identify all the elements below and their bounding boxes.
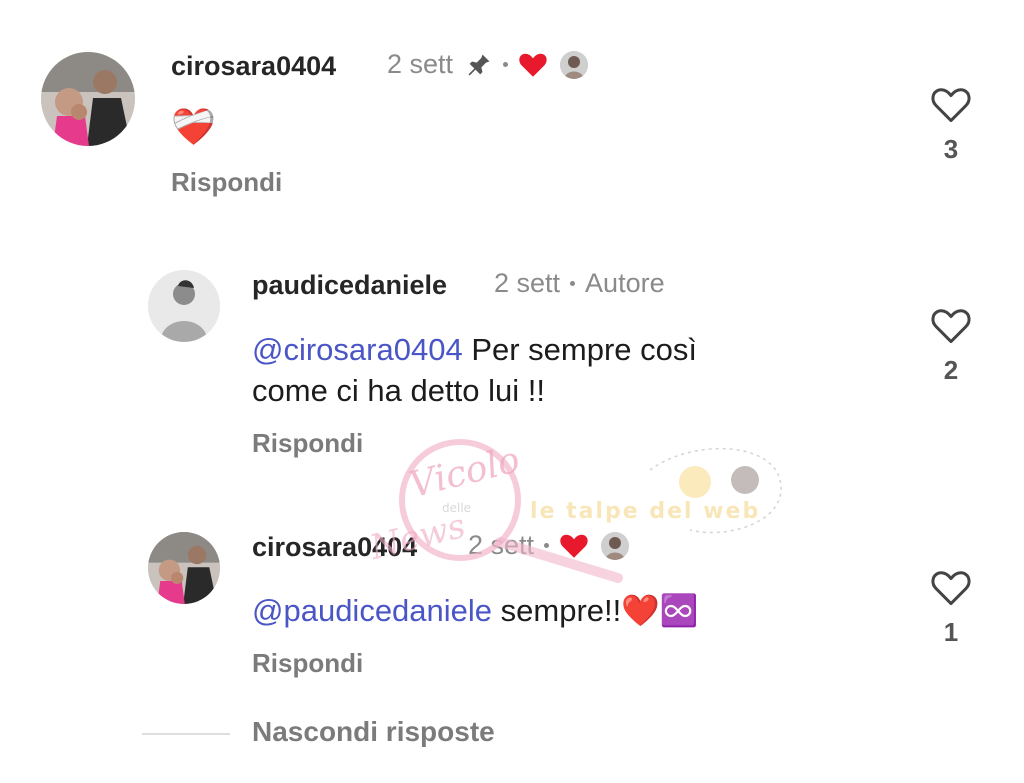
avatar-photo-icon [148, 270, 220, 342]
separator-dot [544, 543, 550, 548]
reply-button[interactable]: Rispondi [252, 428, 363, 459]
author-liked-heart-icon [560, 534, 588, 558]
watermark-text: Vicolo [405, 439, 524, 506]
mention-link[interactable]: @cirosara0404 [252, 332, 463, 367]
comment-time: 2 sett [494, 268, 561, 298]
separator-dot [570, 281, 576, 286]
comment-meta: 2 sett [468, 530, 630, 561]
comment-time: 2 sett [387, 49, 454, 79]
comment-emoji: ❤️♾️ [621, 593, 699, 628]
heart-outline-icon [931, 88, 971, 123]
avatar[interactable] [148, 270, 220, 342]
comment-time: 2 sett [468, 530, 535, 560]
author-avatar-mini [560, 50, 589, 79]
comment-text: Per sempre così [462, 332, 698, 367]
like-button[interactable]: 1 [921, 569, 981, 648]
replies-divider [142, 733, 230, 735]
comment-meta: 2 sett [387, 49, 589, 80]
author-badge: Autore [585, 268, 665, 298]
watermark-text: delle [442, 501, 471, 515]
heart-outline-icon [931, 309, 971, 344]
avatar[interactable] [41, 52, 135, 146]
watermark-text: le talpe del web [530, 499, 760, 524]
comment-body: ❤️‍🩹 [171, 106, 216, 147]
comment-username[interactable]: cirosara0404 [171, 51, 336, 82]
like-count: 1 [943, 617, 959, 647]
author-avatar-mini [601, 531, 630, 560]
heart-outline-icon [931, 571, 971, 606]
watermark-logo: Vicolo delle News le talpe del web [365, 439, 782, 583]
like-button[interactable]: 3 [921, 86, 981, 165]
comment-meta: 2 sett Autore [494, 268, 665, 299]
like-button[interactable]: 2 [921, 307, 981, 386]
comment-username[interactable]: paudicedaniele [252, 270, 447, 301]
avatar-photo-icon [41, 52, 135, 146]
comment-username[interactable]: cirosara0404 [252, 532, 417, 563]
pin-icon [468, 54, 490, 75]
like-count: 2 [943, 355, 959, 385]
comment-text: come ci ha detto lui !! [252, 373, 545, 408]
comment-text: sempre!! [492, 593, 622, 628]
comment-emoji: ❤️‍🩹 [171, 106, 216, 147]
author-liked-heart-icon [519, 53, 547, 77]
avatar-photo-icon [148, 532, 220, 604]
hide-replies-button[interactable]: Nascondi risposte [252, 716, 495, 748]
reply-button[interactable]: Rispondi [171, 167, 282, 198]
reply-button[interactable]: Rispondi [252, 648, 363, 679]
like-count: 3 [943, 134, 959, 164]
avatar[interactable] [148, 532, 220, 604]
mention-link[interactable]: @paudicedaniele [252, 593, 492, 628]
comment-body: @cirosara0404 Per sempre così come ci ha… [252, 329, 697, 411]
separator-dot [503, 62, 509, 67]
comment-body: @paudicedaniele sempre!!❤️♾️ [252, 590, 698, 631]
